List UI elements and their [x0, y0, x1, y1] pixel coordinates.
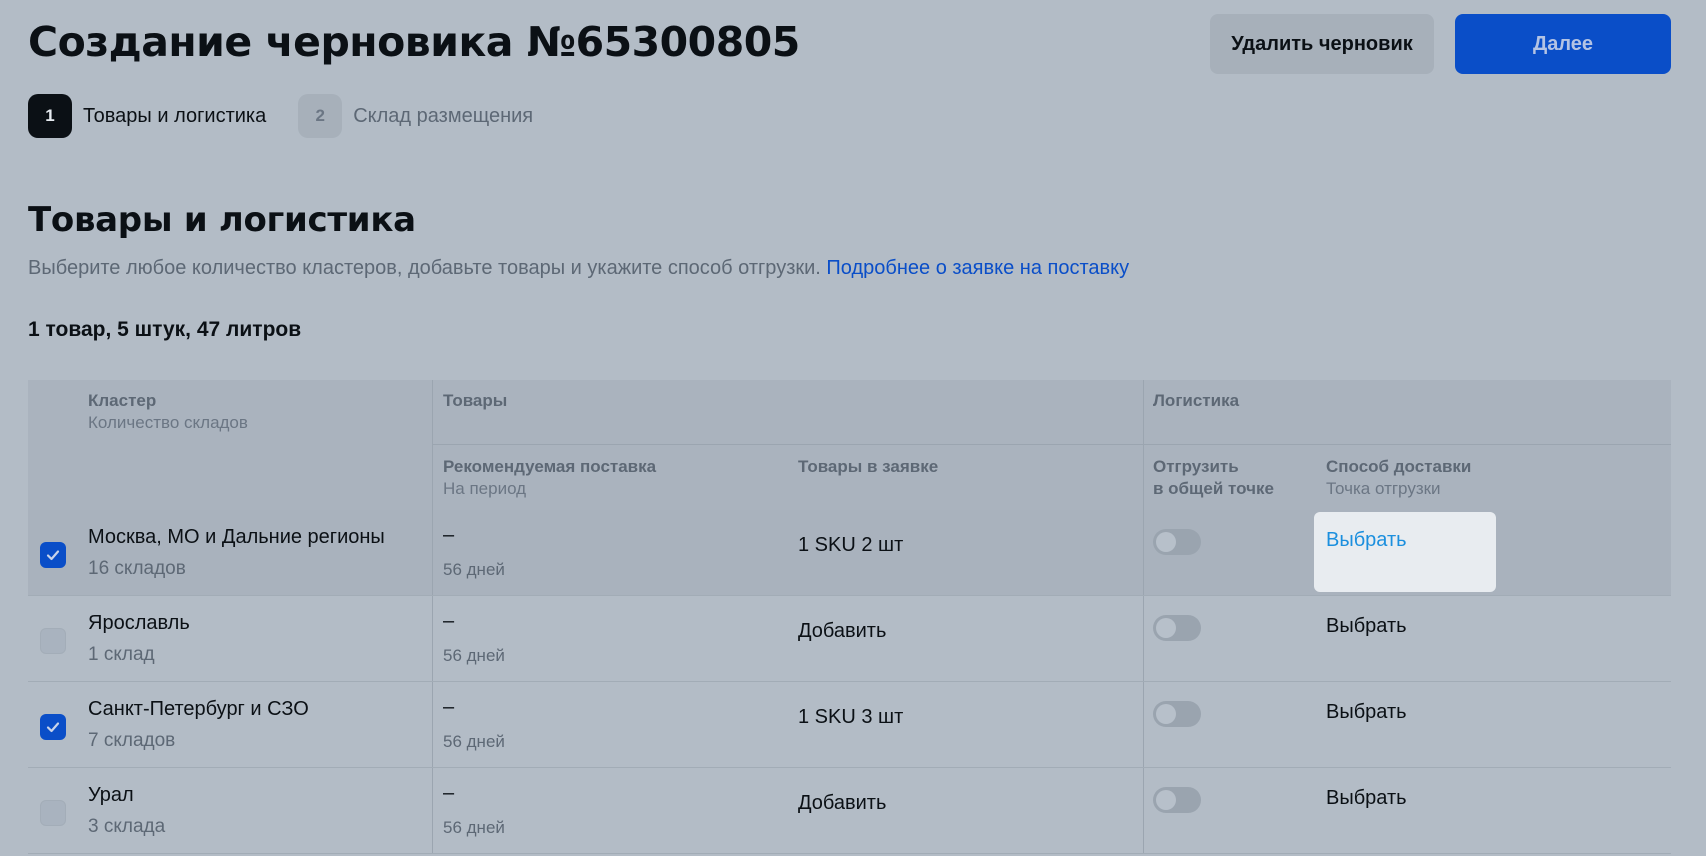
recommended-period: 56 дней [443, 646, 505, 665]
check-icon [46, 722, 60, 733]
section-description: Выберите любое количество кластеров, доб… [28, 257, 1129, 280]
select-delivery-link[interactable]: Выбрать [1326, 701, 1407, 724]
recommended-value: – [443, 610, 455, 632]
cluster-checkbox[interactable] [40, 542, 66, 568]
recommended-period: 56 дней [443, 818, 505, 837]
column-divider [1143, 596, 1144, 681]
recommended-value: – [443, 524, 455, 546]
ship-common-point-toggle[interactable] [1153, 615, 1201, 641]
page-title: Создание черновика №65300805 [28, 18, 800, 66]
toggle-knob [1156, 532, 1176, 552]
cluster-checkbox[interactable] [40, 628, 66, 654]
header-delivery-method: Способ доставки Точка отгрузки [1326, 456, 1471, 500]
summary-text: 1 товар, 5 штук, 47 литров [28, 318, 302, 341]
toggle-knob [1156, 704, 1176, 724]
table-row[interactable]: Санкт-Петербург и СЗО 7 складов – 56 дне… [28, 682, 1671, 768]
add-goods-link[interactable]: Добавить [798, 792, 886, 815]
table-header: Кластер Количество складов Товары Логист… [28, 380, 1671, 510]
toggle-knob [1156, 618, 1176, 638]
delete-draft-button[interactable]: Удалить черновик [1210, 14, 1434, 74]
header-divider [432, 444, 1671, 445]
header-cluster-label: Кластер [88, 391, 157, 410]
step-number: 2 [298, 94, 343, 138]
toggle-knob [1156, 790, 1176, 810]
cluster-warehouse-count: 16 складов [88, 558, 186, 579]
cluster-name: Ярославль [88, 612, 190, 634]
step-warehouse[interactable]: 2 Склад размещения [298, 94, 533, 138]
cluster-name: Санкт-Петербург и СЗО [88, 698, 309, 720]
step-label: Склад размещения [353, 104, 534, 127]
description-text: Выберите любое количество кластеров, доб… [28, 257, 821, 279]
ship-common-point-toggle[interactable] [1153, 701, 1201, 727]
column-divider [432, 596, 433, 681]
column-divider [1143, 510, 1144, 595]
recommended-period: 56 дней [443, 732, 505, 751]
next-button[interactable]: Далее [1455, 14, 1671, 74]
cluster-checkbox[interactable] [40, 800, 66, 826]
cluster-checkbox[interactable] [40, 714, 66, 740]
table-row[interactable]: Москва, МО и Дальние регионы 16 складов … [28, 510, 1671, 596]
table-row[interactable]: Ярославль 1 склад – 56 дней Добавить Выб… [28, 596, 1671, 682]
stepper: 1 Товары и логистика 2 Склад размещения [28, 94, 565, 138]
add-goods-link[interactable]: Добавить [798, 620, 886, 643]
step-label: Товары и логистика [83, 104, 267, 127]
delivery-method-cell-hover[interactable]: Выбрать [1314, 512, 1496, 592]
cluster-warehouse-count: 7 складов [88, 730, 176, 751]
header-delivery-label: Способ доставки [1326, 457, 1472, 476]
header-ship-common: Отгрузить в общей точке [1153, 456, 1274, 500]
goods-in-request[interactable]: 1 SKU 2 шт [798, 534, 903, 557]
header-recommended-sub: На период [443, 479, 527, 498]
recommended-value: – [443, 782, 455, 804]
recommended-period: 56 дней [443, 560, 505, 579]
recommended-value: – [443, 696, 455, 718]
header-ship-common-line1: Отгрузить [1153, 457, 1239, 476]
header-goods: Товары [443, 391, 508, 410]
step-goods-logistics[interactable]: 1 Товары и логистика [28, 94, 266, 138]
column-divider [1143, 682, 1144, 767]
select-delivery-link[interactable]: Выбрать [1326, 787, 1407, 810]
table-row[interactable]: Урал 3 склада – 56 дней Добавить Выбрать [28, 768, 1671, 854]
header-recommended-label: Рекомендуемая поставка [443, 457, 657, 476]
column-divider [432, 510, 433, 595]
header-delivery-sub: Точка отгрузки [1326, 479, 1441, 498]
cluster-warehouse-count: 1 склад [88, 644, 155, 665]
header-cluster: Кластер Количество складов [88, 390, 248, 434]
section-title: Товары и логистика [28, 200, 416, 240]
header-ship-common-line2: в общей точке [1153, 479, 1274, 498]
select-delivery-link[interactable]: Выбрать [1326, 529, 1407, 552]
header-recommended: Рекомендуемая поставка На период [443, 456, 656, 500]
goods-in-request[interactable]: 1 SKU 3 шт [798, 706, 903, 729]
clusters-table: Кластер Количество складов Товары Логист… [28, 380, 1671, 854]
column-divider [1143, 768, 1144, 853]
column-divider [432, 682, 433, 767]
column-divider [432, 768, 433, 853]
header-cluster-sub: Количество складов [88, 413, 248, 432]
step-number: 1 [28, 94, 72, 138]
header-logistics: Логистика [1153, 391, 1240, 410]
header-in-request: Товары в заявке [798, 457, 939, 476]
select-delivery-link[interactable]: Выбрать [1326, 615, 1407, 638]
cluster-warehouse-count: 3 склада [88, 816, 166, 837]
check-icon [46, 550, 60, 561]
cluster-name: Урал [88, 784, 134, 806]
request-info-link[interactable]: Подробнее о заявке на поставку [826, 257, 1129, 279]
page-header: Создание черновика №65300805 Удалить чер… [28, 14, 1671, 76]
column-divider [432, 380, 433, 510]
ship-common-point-toggle[interactable] [1153, 529, 1201, 555]
cluster-name: Москва, МО и Дальние регионы [88, 526, 385, 548]
column-divider [1143, 380, 1144, 510]
ship-common-point-toggle[interactable] [1153, 787, 1201, 813]
